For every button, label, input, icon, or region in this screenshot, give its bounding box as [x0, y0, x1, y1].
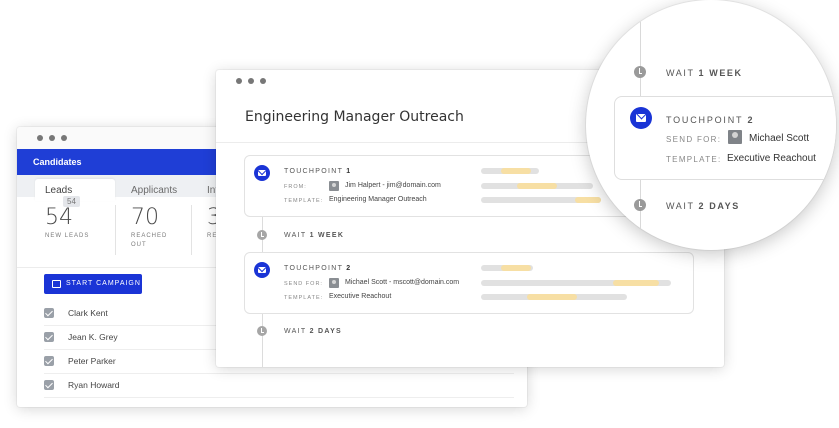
preview-highlight: [501, 265, 531, 271]
stat-number: 70: [131, 205, 159, 230]
stat-new-leads[interactable]: 54 NEW LEADS: [45, 205, 125, 261]
window-controls[interactable]: [236, 78, 266, 84]
window-dot[interactable]: [49, 135, 55, 141]
template-value: Engineering Manager Outreach: [329, 196, 427, 203]
touchpoint-title: TOUCHPOINT 2: [666, 115, 754, 125]
stat-reached-out[interactable]: 70 REACHED OUT: [131, 205, 181, 261]
preview-highlight: [501, 168, 531, 174]
touchpoint-number: 2: [747, 115, 755, 125]
window-dot[interactable]: [37, 135, 43, 141]
touchpoint-prefix: TOUCHPOINT: [284, 168, 344, 175]
touchpoint-number: 1: [346, 168, 352, 175]
window-dot[interactable]: [236, 78, 242, 84]
stat-divider: [191, 205, 192, 255]
from-value: Jim Halpert - jim@domain.com: [345, 182, 441, 189]
touchpoint-title: TOUCHPOINT 2: [284, 265, 351, 272]
preview-highlight: [527, 294, 577, 300]
wait-amount: 2 DAYS: [309, 328, 343, 335]
wait-step[interactable]: WAIT 1 WEEK: [666, 68, 743, 78]
touchpoint-prefix: TOUCHPOINT: [284, 265, 344, 272]
send-for-value: Michael Scott - mscott@domain.com: [345, 279, 460, 286]
checkbox[interactable]: [44, 356, 54, 366]
stat-divider: [115, 205, 116, 255]
campaign-icon: [52, 280, 61, 288]
wait-step[interactable]: WAIT 2 DAYS: [666, 201, 740, 211]
wait-amount: 1 WEEK: [309, 232, 345, 239]
wait-step[interactable]: WAIT 2 DAYS: [284, 328, 342, 335]
touchpoint-prefix: TOUCHPOINT: [666, 115, 744, 125]
window-controls[interactable]: [37, 135, 67, 141]
from-label: FROM:: [284, 184, 307, 190]
mail-icon: [254, 262, 270, 278]
sender-avatar: [728, 130, 742, 144]
wait-prefix: WAIT: [666, 201, 695, 211]
stat-label: REACHED OUT: [131, 233, 168, 248]
send-for-value: Michael Scott: [749, 133, 810, 144]
wait-prefix: WAIT: [284, 232, 307, 239]
wait-prefix: WAIT: [284, 328, 307, 335]
tab-label: Applicants: [131, 185, 178, 196]
sender-avatar: [329, 181, 339, 191]
tab-leads[interactable]: Leads 54: [35, 179, 115, 207]
tab-label: Leads: [45, 185, 73, 196]
wait-step[interactable]: WAIT 1 WEEK: [284, 232, 344, 239]
preview-highlight: [613, 280, 659, 286]
candidate-name: Jean K. Grey: [68, 332, 118, 342]
window-dot[interactable]: [248, 78, 254, 84]
magnifier-zoom: WAIT 1 WEEK TOUCHPOINT 2 SEND FOR: Micha…: [586, 0, 836, 250]
template-value: Executive Reachout: [329, 293, 392, 300]
wait-prefix: WAIT: [666, 68, 695, 78]
touchpoint-number: 2: [346, 265, 352, 272]
preview-highlight: [575, 197, 601, 203]
wait-amount: 2 DAYS: [698, 201, 740, 211]
clock-icon: [634, 199, 646, 211]
candidate-row[interactable]: Ryan Howard: [44, 374, 514, 398]
stat-label: NEW LEADS: [45, 233, 90, 239]
start-campaign-button[interactable]: START CAMPAIGN: [44, 274, 142, 294]
tab-applicants[interactable]: Applicants: [121, 179, 207, 201]
template-label: TEMPLATE:: [284, 295, 324, 301]
checkbox[interactable]: [44, 332, 54, 342]
wait-amount: 1 WEEK: [698, 68, 743, 78]
checkbox[interactable]: [44, 380, 54, 390]
window-dot[interactable]: [260, 78, 266, 84]
clock-icon: [257, 230, 267, 240]
candidate-name: Peter Parker: [68, 356, 116, 366]
button-label: START CAMPAIGN: [66, 280, 141, 287]
candidate-name: Clark Kent: [68, 308, 108, 318]
clock-icon: [634, 66, 646, 78]
touchpoint-card[interactable]: TOUCHPOINT 2 SEND FOR: Michael Scott - m…: [244, 252, 694, 314]
template-label: TEMPLATE:: [666, 155, 722, 164]
send-for-label: SEND FOR:: [666, 135, 722, 144]
checkbox[interactable]: [44, 308, 54, 318]
template-label: TEMPLATE:: [284, 198, 324, 204]
preview-highlight: [517, 183, 557, 189]
touchpoint-title: TOUCHPOINT 1: [284, 168, 351, 175]
clock-icon: [257, 326, 267, 336]
mail-icon: [630, 107, 652, 129]
stat-number: 54: [45, 205, 73, 230]
template-value: Executive Reachout: [727, 153, 816, 164]
page-title: Engineering Manager Outreach: [245, 109, 464, 125]
candidate-name: Ryan Howard: [68, 380, 120, 390]
candidates-title: Candidates: [33, 157, 82, 167]
mail-icon: [254, 165, 270, 181]
send-for-label: SEND FOR:: [284, 281, 323, 287]
window-dot[interactable]: [61, 135, 67, 141]
sender-avatar: [329, 278, 339, 288]
